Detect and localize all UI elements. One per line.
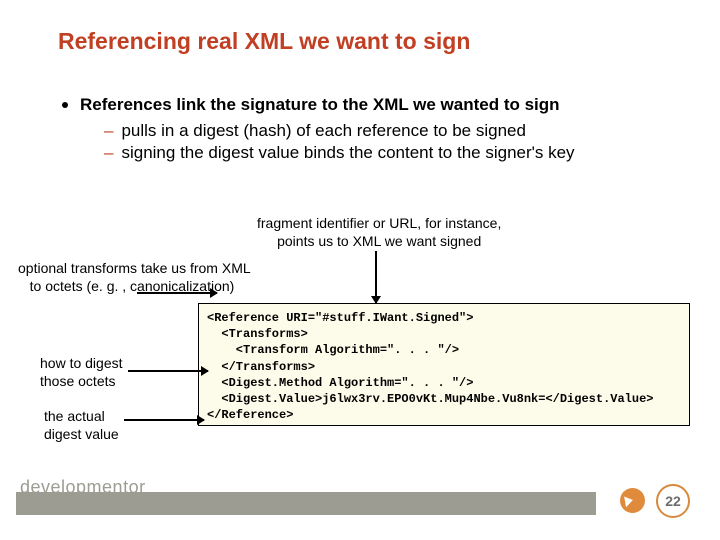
- sub-bullet-2: – signing the digest value binds the con…: [104, 143, 680, 163]
- arrow-right-icon: [128, 370, 208, 372]
- slide-title: Referencing real XML we want to sign: [58, 28, 470, 55]
- slide: Referencing real XML we want to sign Ref…: [0, 0, 720, 540]
- arrow-down-icon: [375, 251, 377, 303]
- digest-label: how to digest those octets: [40, 355, 123, 390]
- bullet-main: References link the signature to the XML…: [62, 95, 680, 115]
- bullet-dot-icon: [62, 102, 68, 108]
- value-label: the actual digest value: [44, 408, 119, 443]
- sub-bullet-1: – pulls in a digest (hash) of each refer…: [104, 121, 680, 141]
- arrow-right-icon: [124, 419, 204, 421]
- code-box: <Reference URI="#stuff.IWant.Signed"> <T…: [198, 303, 690, 426]
- bullet-main-text: References link the signature to the XML…: [80, 95, 560, 115]
- fragment-label: fragment identifier or URL, for instance…: [257, 215, 501, 250]
- dash-icon: –: [104, 121, 113, 141]
- transforms-label: optional transforms take us from XML to …: [18, 260, 251, 295]
- sub-bullets: – pulls in a digest (hash) of each refer…: [104, 121, 680, 163]
- sub-bullet-1-text: pulls in a digest (hash) of each referen…: [121, 121, 525, 141]
- page-number: 22: [656, 484, 690, 518]
- paper-plane-icon: [620, 488, 645, 513]
- dash-icon: –: [104, 143, 113, 163]
- footer-bar: [16, 492, 596, 515]
- content-block: References link the signature to the XML…: [62, 95, 680, 165]
- sub-bullet-2-text: signing the digest value binds the conte…: [121, 143, 574, 163]
